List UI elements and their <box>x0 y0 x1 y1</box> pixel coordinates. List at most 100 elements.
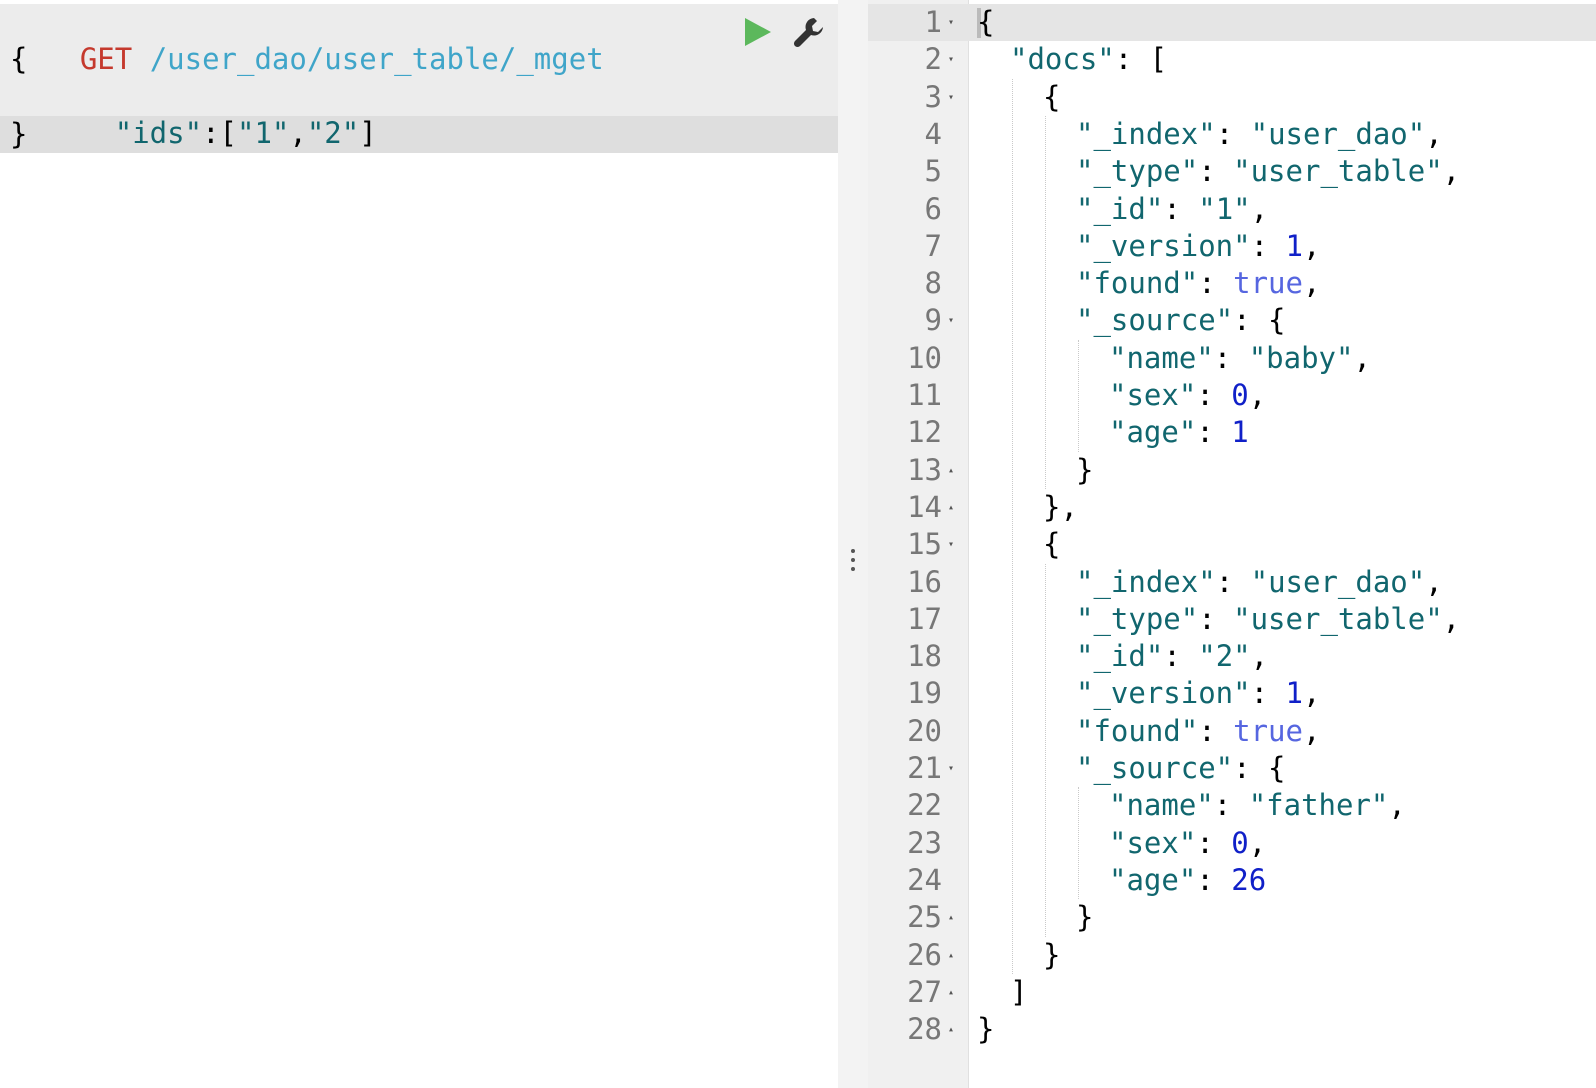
request-method: GET <box>79 42 133 76</box>
code-token: "_version" <box>1076 228 1251 263</box>
code-token: "1" <box>1198 191 1251 226</box>
play-icon[interactable] <box>743 16 773 48</box>
fold-arrow-up-icon[interactable]: ▴ <box>948 937 954 974</box>
code-line: 16 "_index": "user_dao", <box>868 564 1596 601</box>
line-number: 16 <box>907 564 942 599</box>
response-viewer[interactable]: 1 ▾{2 ▾ "docs": [3 ▾{4 "_index": "user_dao", 5… <box>868 0 1596 1088</box>
code-text: } <box>1043 937 1060 974</box>
code-token: "_index" <box>1076 564 1216 599</box>
request-line[interactable]: GET /user_dao/user_table/_mget <box>10 4 604 76</box>
line-number: 4 <box>924 116 942 151</box>
fold-arrow-down-icon[interactable]: ▾ <box>948 526 954 563</box>
code-token: "_index" <box>1076 116 1216 151</box>
code-line: 19 "_version": 1, <box>868 675 1596 712</box>
request-body-line[interactable]: { <box>10 41 27 78</box>
code-token: : { <box>1233 303 1286 338</box>
fold-arrow-down-icon[interactable]: ▾ <box>948 302 954 339</box>
code-token: "baby" <box>1248 340 1354 375</box>
line-number: 13 <box>907 452 942 487</box>
fold-arrow-down-icon[interactable]: ▾ <box>948 4 954 41</box>
code-token: , <box>1302 713 1321 748</box>
code-line: 3 ▾ { <box>868 79 1596 116</box>
line-number: 24 <box>907 862 942 897</box>
code-text: } <box>977 1011 994 1048</box>
code-token: , <box>1442 601 1461 636</box>
code-token: "user_table" <box>1233 154 1443 189</box>
code-line: 21 ▾ "_source": { <box>868 750 1596 787</box>
code-token: "user_dao" <box>1250 564 1426 599</box>
code-token: : <box>1213 340 1249 375</box>
fold-arrow-down-icon[interactable]: ▾ <box>948 79 954 116</box>
code-token: "_type" <box>1076 601 1199 636</box>
code-text: "_id": "2", <box>1076 638 1268 675</box>
fold-arrow-down-icon[interactable]: ▾ <box>948 41 954 78</box>
line-number: 6 <box>924 191 942 226</box>
request-body-line[interactable]: } <box>10 116 27 153</box>
code-token: "name" <box>1109 788 1214 823</box>
fold-arrow-down-icon[interactable]: ▾ <box>948 750 954 787</box>
code-token: , <box>1248 378 1267 412</box>
code-token: "_source" <box>1076 303 1234 338</box>
code-text: "_version": 1, <box>1076 228 1320 265</box>
code-token: , <box>1442 154 1461 189</box>
line-number: 2 <box>924 42 942 77</box>
code-token: }, <box>1043 489 1078 524</box>
code-line: 9 ▾ "_source": { <box>868 302 1596 339</box>
indent-guide <box>1045 563 1046 937</box>
code-token: : <box>1196 825 1232 860</box>
fold-arrow-up-icon[interactable]: ▴ <box>948 489 954 526</box>
code-token: , <box>1388 788 1406 823</box>
code-text: "sex": 0, <box>1109 825 1266 862</box>
code-text: "_source": { <box>1076 302 1286 339</box>
code-token: true <box>1233 713 1303 748</box>
line-number: 21 <box>907 751 942 785</box>
code-text: "_source": { <box>1076 750 1286 787</box>
code-line: 24 "age": 26 <box>868 862 1596 899</box>
code-token: "age" <box>1109 415 1197 450</box>
line-number: 23 <box>907 825 942 860</box>
fold-arrow-up-icon[interactable]: ▴ <box>948 974 954 1011</box>
code-token: : <box>1213 788 1249 823</box>
fold-arrow-up-icon[interactable]: ▴ <box>948 899 954 936</box>
code-text: "docs": [ <box>1010 41 1167 78</box>
pane-resizer[interactable] <box>838 0 868 1088</box>
code-token: : [ <box>1114 42 1168 77</box>
wrench-icon[interactable] <box>792 15 826 49</box>
indent-guide <box>1045 115 1046 489</box>
code-token: "father" <box>1248 788 1389 823</box>
code-token: ] <box>1010 974 1028 1009</box>
code-text: "name": "baby", <box>1109 340 1371 377</box>
indent-guide <box>1078 787 1079 900</box>
code-token: , <box>1250 639 1269 674</box>
line-number: 7 <box>924 228 942 263</box>
line-number: 8 <box>924 266 942 301</box>
code-line: 7 "_version": 1, <box>868 228 1596 265</box>
code-text: "_id": "1", <box>1076 191 1268 228</box>
code-text: "found": true, <box>1076 713 1320 750</box>
code-text: "age": 26 <box>1109 862 1266 899</box>
code-token: 26 <box>1231 862 1267 897</box>
indent-guide <box>1078 339 1079 452</box>
code-line: 14 ▴}, <box>868 489 1596 526</box>
line-number: 1 <box>924 5 942 39</box>
code-text: } <box>1076 899 1093 936</box>
code-token: , <box>1353 340 1371 375</box>
request-editor[interactable]: GET /user_dao/user_table/_mget { "ids":[… <box>0 0 838 1088</box>
fold-arrow-up-icon[interactable]: ▴ <box>948 1011 954 1048</box>
code-token: : <box>1250 676 1286 711</box>
line-number: 5 <box>924 154 942 189</box>
code-token: { <box>1043 527 1061 562</box>
code-token: : <box>1198 713 1234 748</box>
fold-arrow-up-icon[interactable]: ▴ <box>948 452 954 489</box>
code-token: "docs" <box>1010 42 1115 77</box>
code-token: : <box>1215 564 1251 599</box>
code-token: : <box>1163 639 1199 674</box>
line-number: 27 <box>907 974 942 1009</box>
code-line: 8 "found": true, <box>868 265 1596 302</box>
code-line: 22 "name": "father", <box>868 787 1596 824</box>
code-token: : <box>1250 228 1286 263</box>
code-token: } <box>1043 937 1061 972</box>
request-body-line[interactable]: "ids":["1","2"] <box>10 78 377 150</box>
code-token: "_id" <box>1076 639 1164 674</box>
code-text: "_index": "user_dao", <box>1076 116 1443 153</box>
